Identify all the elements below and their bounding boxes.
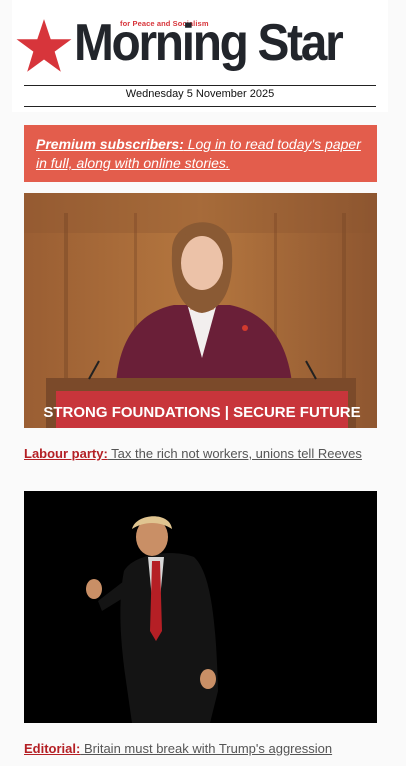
podium-photo: STRONG FOUNDATIONS | SECURE FUTURE xyxy=(24,193,377,428)
issue-date: Wednesday 5 November 2025 xyxy=(125,88,275,100)
premium-banner[interactable]: Premium subscribers: Log in to read toda… xyxy=(24,125,377,182)
masthead[interactable]: for Peace and Socialism Morning Star Wed… xyxy=(12,0,388,112)
story-headline-editorial[interactable]: Editorial: Britain must break with Trump… xyxy=(24,740,377,757)
red-star-icon xyxy=(16,19,72,72)
story-image-editorial[interactable] xyxy=(24,491,377,723)
premium-label: Premium subscribers: xyxy=(36,136,184,152)
dark-portrait-photo xyxy=(24,491,377,723)
email-page: for Peace and Socialism Morning Star Wed… xyxy=(0,0,406,766)
masthead-logo-text: Morning Star xyxy=(74,14,344,72)
story-headline-text[interactable]: Britain must break with Trump's aggressi… xyxy=(80,741,332,756)
divider xyxy=(24,106,376,107)
story-headline-text[interactable]: Tax the rich not workers, unions tell Re… xyxy=(108,446,362,461)
podium-sign-text: STRONG FOUNDATIONS | SECURE FUTURE xyxy=(43,404,360,421)
story-kicker[interactable]: Editorial: xyxy=(24,741,80,756)
divider xyxy=(24,85,376,86)
story-image-labour[interactable]: STRONG FOUNDATIONS | SECURE FUTURE xyxy=(24,193,377,428)
story-headline-labour[interactable]: Labour party: Tax the rich not workers, … xyxy=(24,445,377,462)
story-kicker[interactable]: Labour party: xyxy=(24,446,108,461)
